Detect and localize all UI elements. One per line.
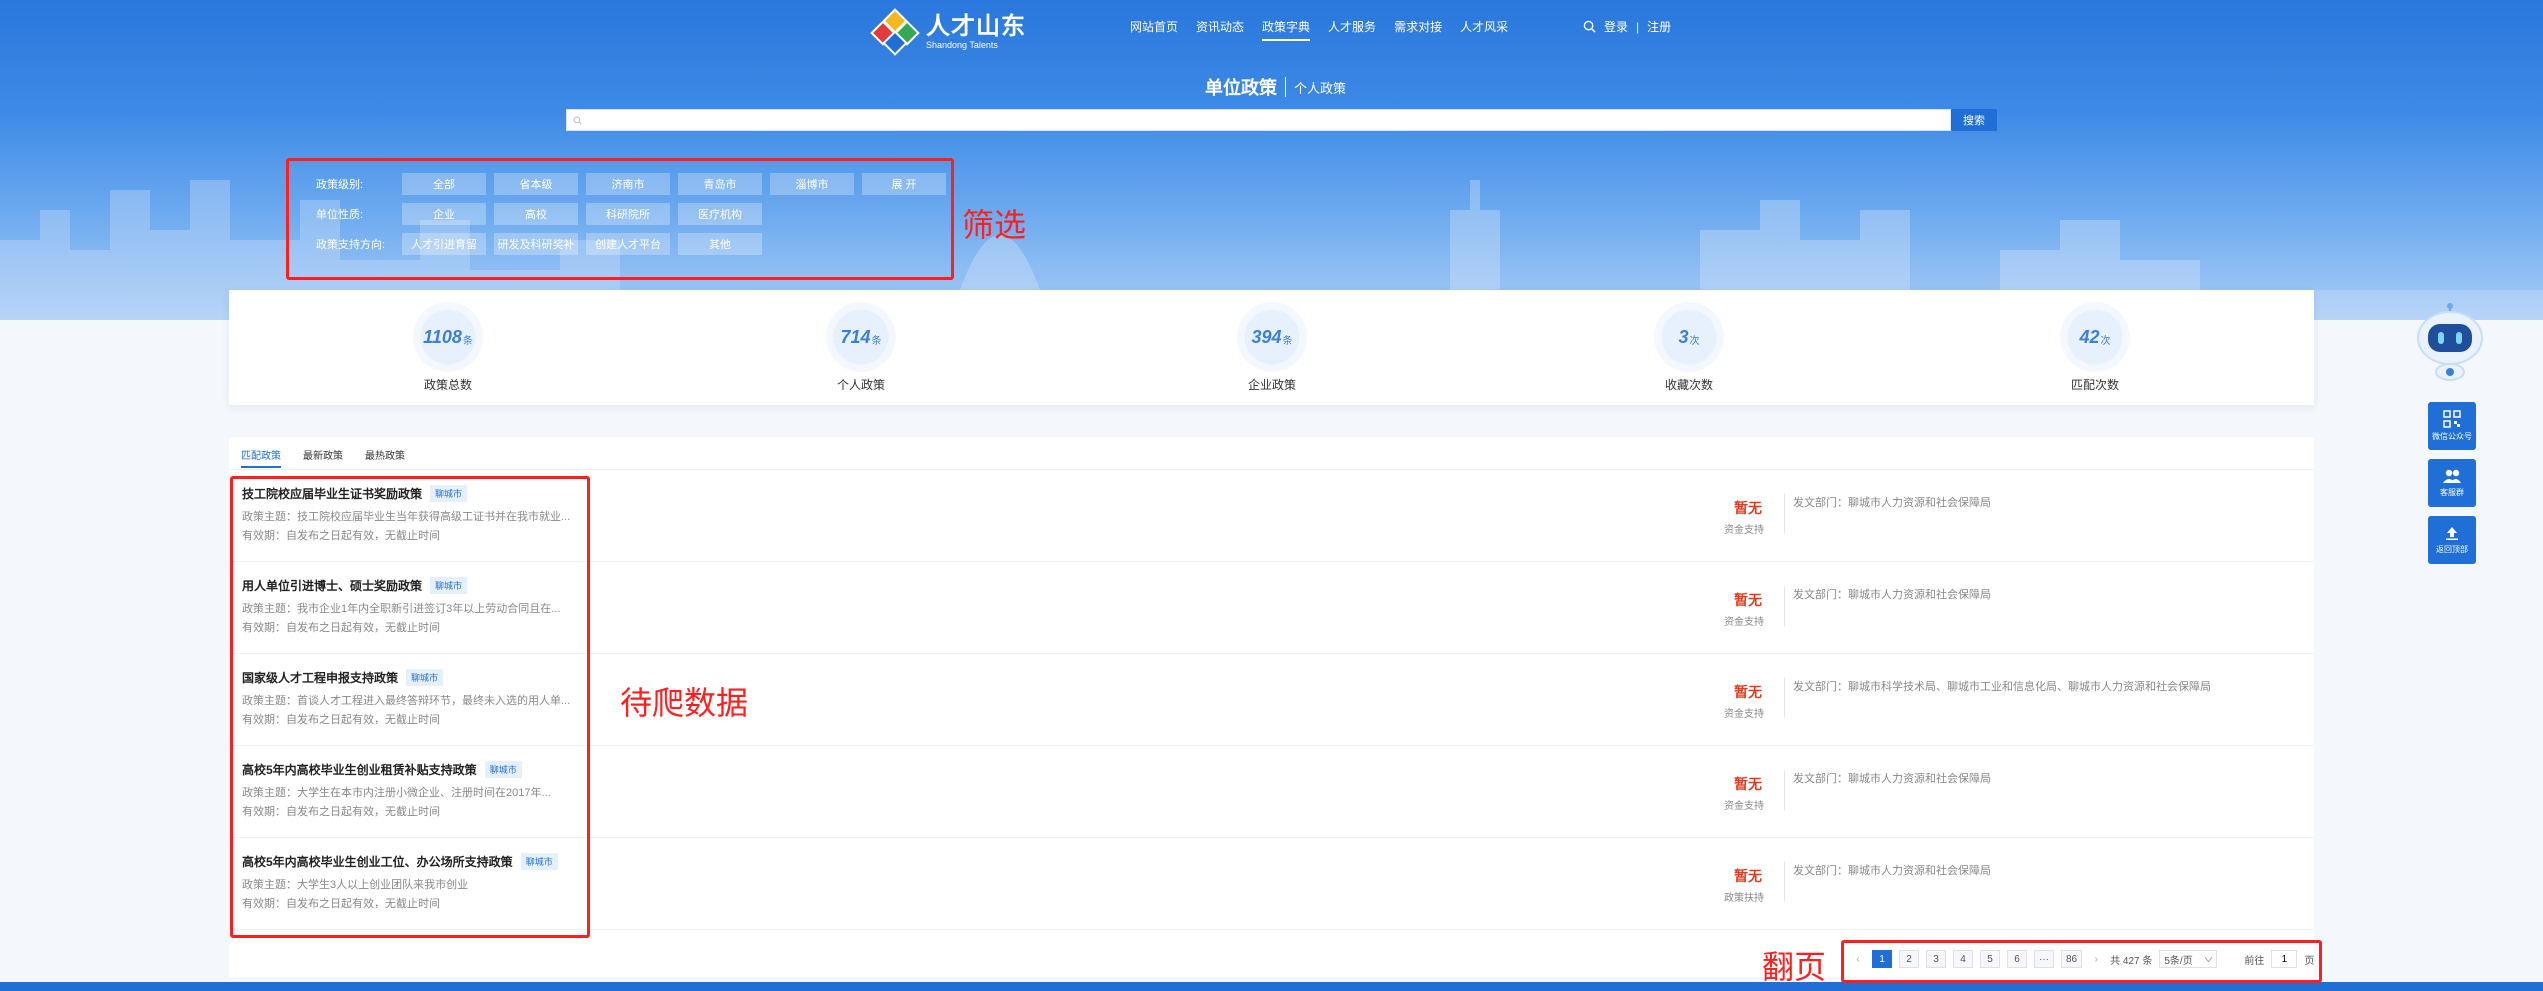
issuing-department: 发文部门：聊城市人力资源和社会保障局 [1793, 589, 1991, 601]
back-to-top-button[interactable]: 返回顶部 [2428, 516, 2476, 564]
stat-value: 394 [1251, 326, 1282, 347]
issuing-department: 发文部门：聊城市科学技术局、聊城市工业和信息化局、聊城市人力资源和社会保障局 [1793, 681, 2211, 693]
list-tabs: 匹配政策 最新政策 最热政策 [241, 447, 405, 468]
upload-arrow-icon [2446, 527, 2458, 540]
policy-support-type: 资金支持 [1724, 525, 1764, 536]
annotation-pager-label: 翻页 [1762, 949, 1827, 985]
stat-matches: 42 次 匹配次数 [2015, 290, 2175, 393]
stat-value: 3 [1678, 326, 1689, 347]
side-button-label: 客服群 [2440, 488, 2464, 497]
search-icon[interactable] [1583, 20, 1596, 33]
stat-circle: 3 次 [1654, 302, 1724, 372]
policy-amount: 暂无 [1734, 592, 1762, 608]
site-logo[interactable]: 人才山东 Shandong Talents [870, 8, 1026, 56]
annotation-pager-box [1841, 940, 2322, 983]
stat-unit: 条 [1282, 336, 1293, 347]
search-field-icon [567, 115, 587, 125]
auth-links: 登录 | 注册 [1583, 18, 1671, 35]
stat-label: 企业政策 [1247, 378, 1296, 392]
policy-support-type: 资金支持 [1724, 709, 1764, 720]
assistant-robot-icon[interactable] [2412, 300, 2488, 382]
nav-policy-dictionary[interactable]: 政策字典 [1262, 18, 1311, 41]
nav-news[interactable]: 资讯动态 [1196, 18, 1244, 41]
tab-unit-policy[interactable]: 单位政策 [1205, 74, 1277, 100]
wechat-official-account-button[interactable]: 微信公众号 [2428, 402, 2476, 450]
stat-label: 个人政策 [836, 378, 885, 392]
tab-matched-policies[interactable]: 匹配政策 [241, 447, 281, 468]
stat-label: 匹配次数 [2070, 378, 2119, 392]
issuing-department: 发文部门：聊城市人力资源和社会保障局 [1793, 497, 1991, 509]
stat-total-policies: 1108 条 政策总数 [368, 290, 528, 393]
stat-unit: 条 [871, 336, 882, 347]
stat-circle: 714 条 [826, 302, 896, 372]
tab-latest-policies[interactable]: 最新政策 [303, 447, 343, 468]
nav-demand-matching[interactable]: 需求对接 [1394, 18, 1442, 41]
side-button-label: 返回顶部 [2436, 545, 2468, 554]
policy-type-switch: 单位政策 个人政策 [1205, 74, 1346, 100]
annotation-data-box [230, 476, 590, 938]
side-button-label: 微信公众号 [2432, 432, 2472, 441]
login-link[interactable]: 登录 [1604, 18, 1628, 35]
policy-amount: 暂无 [1734, 776, 1762, 792]
group-users-icon [2443, 469, 2461, 483]
policy-amount: 暂无 [1734, 868, 1762, 884]
policy-amount: 暂无 [1734, 684, 1762, 700]
policy-support-type: 资金支持 [1724, 801, 1764, 812]
issuing-department: 发文部门：聊城市人力资源和社会保障局 [1793, 865, 1991, 877]
policy-support-type: 资金支持 [1724, 617, 1764, 628]
nav-talent-service[interactable]: 人才服务 [1328, 18, 1376, 41]
nav-home[interactable]: 网站首页 [1130, 18, 1178, 41]
annotation-filter-box [286, 158, 954, 280]
logo-subtitle: Shandong Talents [926, 39, 998, 50]
stat-unit: 次 [2100, 336, 2111, 347]
annotation-filter-label: 筛选 [962, 207, 1027, 243]
tab-hot-policies[interactable]: 最热政策 [365, 447, 405, 468]
stat-label: 政策总数 [423, 378, 472, 392]
tab-personal-policy[interactable]: 个人政策 [1294, 78, 1346, 97]
row-divider [1784, 678, 1785, 718]
row-divider [1784, 494, 1785, 534]
stat-personal-policies: 714 条 个人政策 [781, 290, 941, 393]
nav-talent-showcase[interactable]: 人才风采 [1460, 18, 1508, 41]
tab-divider [1285, 77, 1286, 97]
stat-unit: 条 [462, 336, 473, 347]
row-divider [1784, 862, 1785, 902]
logo-mark-icon [870, 8, 920, 56]
stat-circle: 394 条 [1237, 302, 1307, 372]
row-divider [1784, 586, 1785, 626]
stat-unit: 次 [1689, 336, 1700, 347]
register-link[interactable]: 注册 [1647, 18, 1671, 35]
stat-value: 714 [840, 326, 871, 347]
stats-card: 1108 条 政策总数 714 条 个人政策 394 条 企业政策 3 次 收藏… [229, 290, 2314, 405]
customer-service-group-button[interactable]: 客服群 [2428, 459, 2476, 507]
stat-enterprise-policies: 394 条 企业政策 [1192, 290, 1352, 393]
annotation-data-label: 待爬数据 [620, 685, 749, 721]
stat-value: 42 [2079, 326, 2100, 347]
main-nav: 网站首页 资讯动态 政策字典 人才服务 需求对接 人才风采 [1130, 18, 1508, 41]
stat-circle: 42 次 [2060, 302, 2130, 372]
auth-separator: | [1636, 19, 1640, 34]
logo-title: 人才山东 [926, 12, 1026, 40]
issuing-department: 发文部门：聊城市人力资源和社会保障局 [1793, 773, 1991, 785]
stat-circle: 1108 条 [413, 302, 483, 372]
stat-value: 1108 [423, 326, 462, 347]
search-input[interactable] [587, 110, 1950, 130]
policy-support-type: 政策扶持 [1724, 893, 1764, 904]
stat-favorites: 3 次 收藏次数 [1609, 290, 1769, 393]
footer-strip [0, 982, 2543, 991]
qr-code-icon [2443, 410, 2461, 428]
search-bar [566, 109, 1951, 131]
row-divider [1784, 770, 1785, 810]
stat-label: 收藏次数 [1664, 378, 1713, 392]
policy-amount: 暂无 [1734, 500, 1762, 516]
search-button[interactable]: 搜索 [1951, 109, 1997, 131]
